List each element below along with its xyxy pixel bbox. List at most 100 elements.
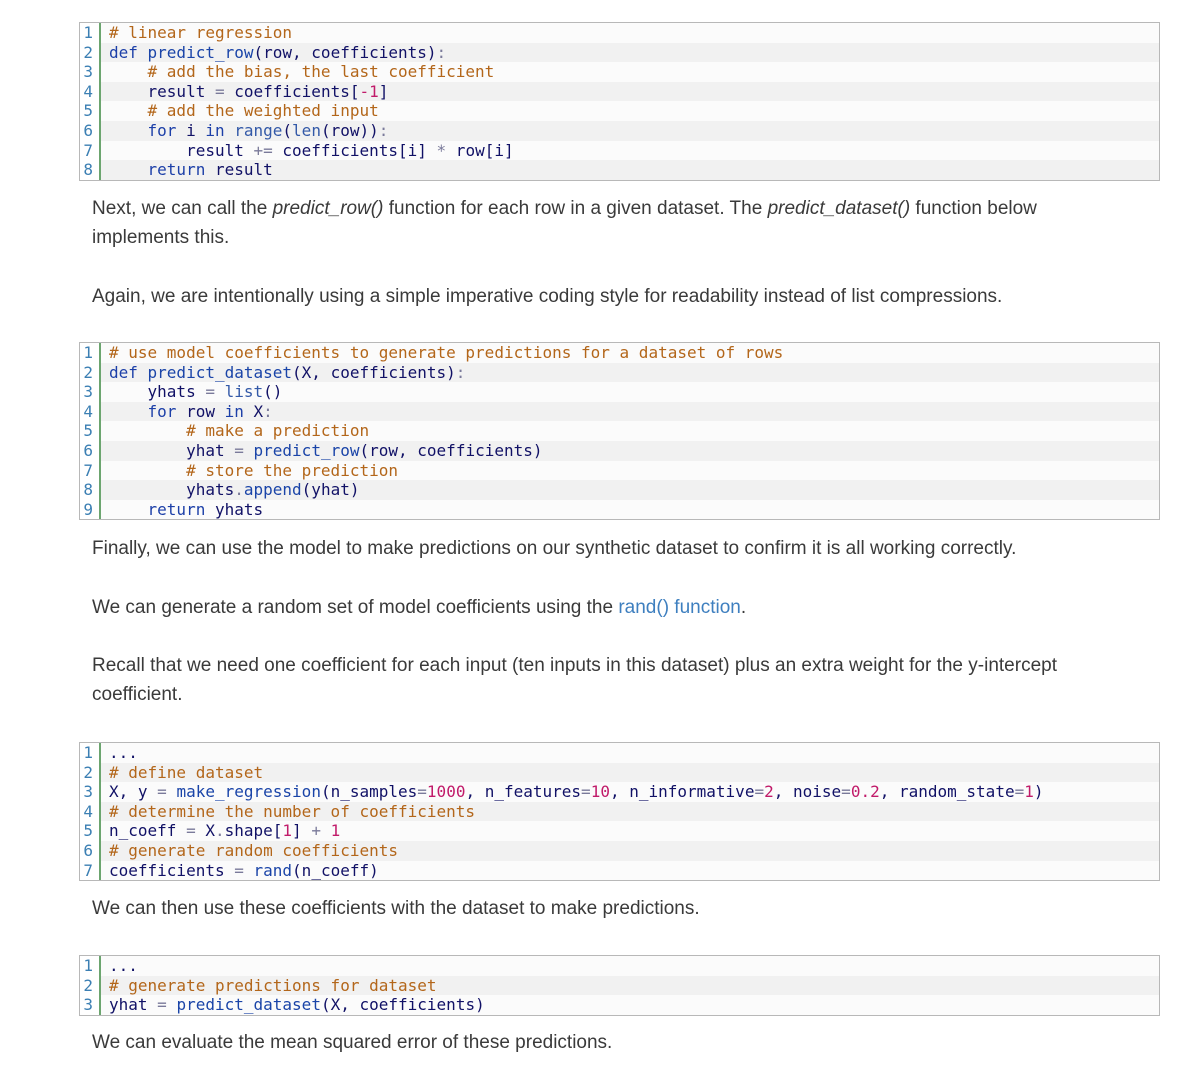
code-token: = — [754, 782, 765, 802]
code-token: for — [147, 120, 187, 140]
code-line: 8 yhats.append(yhat) — [80, 480, 1159, 500]
code-token: (n_coeff) — [292, 860, 379, 880]
code-token: for — [147, 401, 187, 421]
line-number: 6 — [80, 440, 101, 461]
code-text: X, y = make_regression(n_samples=1000, n… — [101, 782, 1044, 802]
line-number: 3 — [80, 382, 101, 402]
rand-function-link[interactable]: rand() function — [618, 597, 741, 618]
code-text: yhats.append(yhat) — [101, 480, 359, 500]
code-token: yhat — [109, 440, 235, 460]
code-token: , n_informative — [609, 782, 755, 802]
code-token: rand — [253, 860, 293, 880]
code-token: 1000 — [426, 782, 466, 802]
code-token: ) — [1033, 782, 1044, 802]
code-token: result — [109, 140, 254, 160]
code-text: # make a prediction — [101, 421, 369, 441]
code-token: # use model coefficients to generate pre… — [109, 343, 784, 362]
paragraph-use-coefficients: We can then use these coefficients with … — [92, 898, 700, 919]
code-token: result — [109, 81, 215, 101]
code-line: 2 # generate predictions for dataset — [80, 975, 1159, 996]
code-token: (yhat) — [301, 480, 360, 500]
code-token: , n_features — [465, 782, 582, 802]
code-token: row — [186, 401, 225, 421]
line-number: 1 — [80, 343, 101, 363]
line-number: 4 — [80, 401, 101, 422]
code-token: list — [224, 382, 264, 402]
code-token: = — [157, 995, 167, 1015]
code-text: ... — [101, 743, 138, 763]
line-number: 3 — [80, 782, 101, 802]
paragraph-imperative-style: Again, we are intentionally using a simp… — [92, 286, 1003, 307]
code-token: X — [195, 821, 215, 841]
inline-code-predict-row: predict_row() — [272, 198, 384, 219]
code-line: 5 # make a prediction — [80, 421, 1159, 441]
code-text: for i in range(len(row)): — [101, 120, 389, 141]
inline-code-predict-dataset: predict_dataset() — [767, 198, 911, 219]
code-line: 6 yhat = predict_row(row, coefficients) — [80, 440, 1159, 461]
code-text: # generate predictions for dataset — [101, 976, 437, 996]
code-token: shape[ — [224, 821, 283, 841]
paragraph-finally: Finally, we can use the model to make pr… — [92, 538, 1017, 559]
code-token: : — [378, 120, 389, 140]
code-block-generate-predictions[interactable]: 1... 2 # generate predictions for dataset 3… — [79, 955, 1160, 1016]
code-token: predict_row — [147, 42, 254, 62]
paragraph-evaluate-mse: We can evaluate the mean squared error o… — [92, 1032, 613, 1053]
line-number: 4 — [80, 81, 101, 102]
code-block-predict-dataset[interactable]: 1 # use model coefficients to generate pr… — [79, 342, 1160, 521]
code-block-predict-row[interactable]: 1 # linear regression 2 def predict_row(row… — [79, 22, 1160, 181]
code-line: 4 for row in X: — [80, 401, 1159, 422]
line-number: 5 — [80, 821, 101, 841]
code-token: i — [186, 120, 206, 140]
code-token: ] — [292, 821, 312, 841]
code-line: 3 X, y = make_regression(n_samples=1000, … — [80, 782, 1159, 802]
code-token: : — [455, 362, 466, 382]
code-token: # define dataset — [109, 762, 264, 782]
code-token: = — [157, 782, 167, 802]
code-token: # generate predictions for dataset — [109, 975, 437, 995]
code-line: 3 # add the bias, the last coefficient — [80, 62, 1159, 82]
line-number: 8 — [80, 160, 101, 180]
code-token: , noise — [773, 782, 842, 802]
code-line: 6 # generate random coefficients — [80, 840, 1159, 861]
code-token: ( — [282, 120, 293, 140]
code-text: # generate random coefficients — [101, 841, 398, 861]
article-page: 1 # linear regression 2 def predict_row(row… — [0, 0, 1200, 1073]
code-line: 6 for i in range(len(row)): — [80, 120, 1159, 141]
code-line: 7 # store the prediction — [80, 460, 1159, 481]
code-token: append — [243, 480, 302, 500]
line-number: 7 — [80, 460, 101, 481]
code-line: 4 result = coefficients[-1] — [80, 81, 1159, 102]
code-line: 1 # use model coefficients to generate pr… — [80, 343, 1159, 363]
code-text: n_coeff = X.shape[1] + 1 — [101, 821, 340, 841]
code-token: # store the prediction — [186, 460, 398, 480]
line-number: 6 — [80, 120, 101, 141]
code-token: + — [311, 821, 321, 841]
code-text: def predict_row(row, coefficients): — [101, 43, 446, 63]
code-token: predict_dataset — [147, 362, 293, 382]
code-line: 9 return yhats — [80, 499, 1159, 520]
code-token: # linear regression — [109, 23, 293, 42]
line-number: 6 — [80, 840, 101, 861]
code-block-define-dataset[interactable]: 1... 2 # define dataset 3 X, y = make_regres… — [79, 742, 1160, 882]
code-token: += — [253, 140, 273, 160]
code-token: yhats — [214, 499, 264, 519]
code-text: # linear regression — [101, 23, 292, 43]
code-token: . — [234, 480, 244, 500]
code-token: = — [417, 782, 427, 802]
code-line: 8 return result — [80, 160, 1159, 180]
code-text: result += coefficients[i] * row[i] — [101, 141, 514, 161]
line-number: 7 — [80, 860, 101, 881]
line-number: 1 — [80, 23, 101, 43]
code-line: 2 def predict_dataset(X, coefficients): — [80, 362, 1159, 383]
code-token: = — [581, 782, 591, 802]
code-token: coefficients[ — [224, 81, 360, 101]
code-text: yhats = list() — [101, 382, 283, 402]
code-token: 10 — [590, 782, 610, 802]
code-token: ... — [109, 743, 138, 762]
